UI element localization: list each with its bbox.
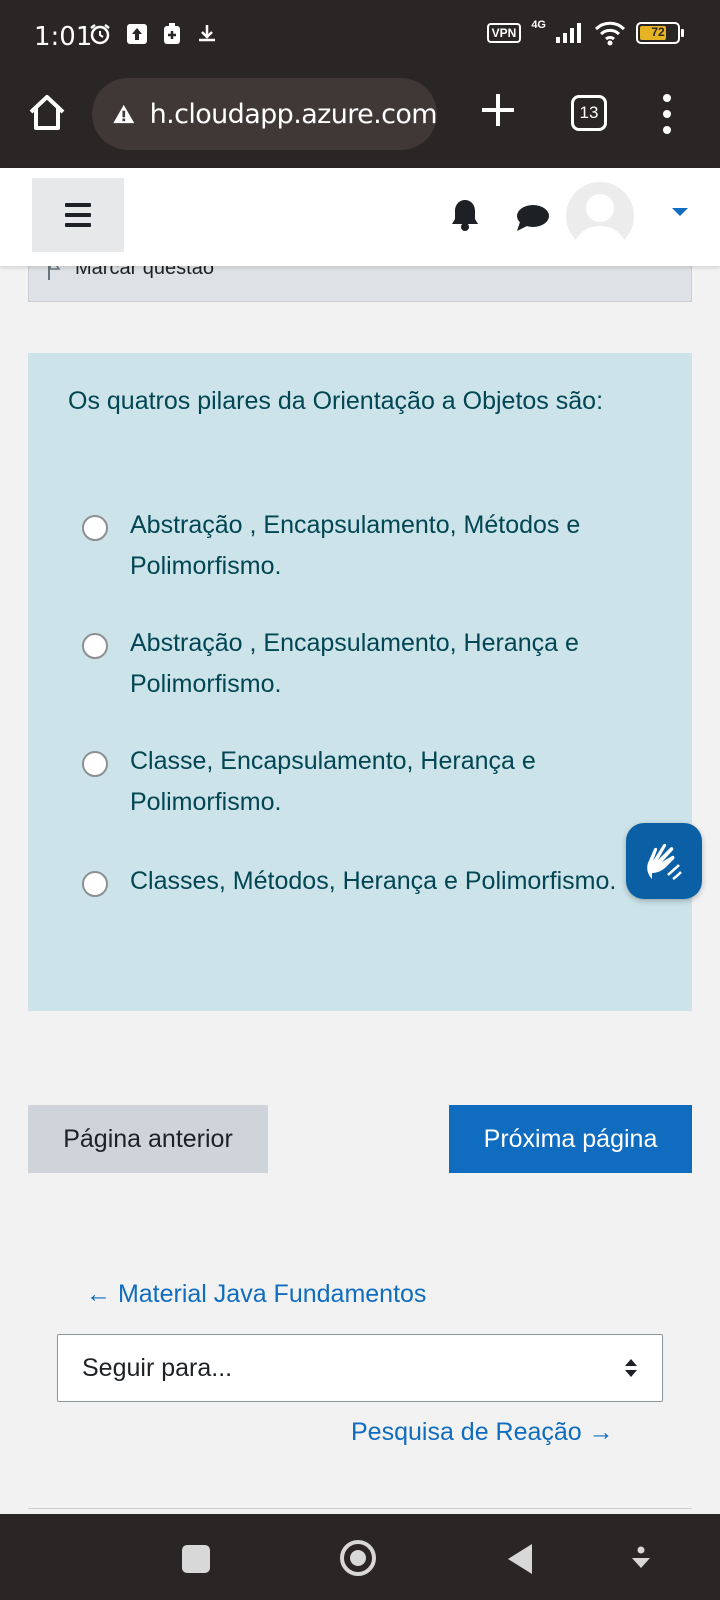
bell-icon[interactable]: [450, 198, 480, 232]
answer-option[interactable]: Classes, Métodos, Herança e Polimorfismo…: [82, 861, 662, 902]
alarm-icon: [90, 24, 110, 45]
home-circle-icon[interactable]: [340, 1540, 376, 1576]
tab-switcher-button[interactable]: 13: [571, 95, 607, 131]
previous-page-button[interactable]: Página anterior: [28, 1105, 268, 1173]
jump-to-select[interactable]: Seguir para...: [57, 1334, 663, 1402]
status-bar: 1:01 VPN 4G 72: [0, 0, 720, 68]
avatar-icon[interactable]: [566, 182, 634, 250]
url-text: h.cloudapp.azure.com: [149, 98, 438, 130]
footer-divider: [28, 1508, 692, 1509]
recents-icon[interactable]: [182, 1545, 210, 1573]
sign-language-accessibility-button[interactable]: [626, 823, 702, 899]
url-bar[interactable]: h.cloudapp.azure.com: [92, 78, 438, 150]
download-icon: [199, 25, 215, 42]
hide-navbar-icon[interactable]: [630, 1546, 652, 1572]
next-activity-link[interactable]: Pesquisa de Reação →: [351, 1418, 614, 1447]
more-vert-icon[interactable]: [652, 94, 682, 134]
answer-label[interactable]: Abstração , Encapsulamento, Métodos e Po…: [130, 505, 662, 587]
warning-icon[interactable]: [112, 98, 136, 130]
answer-radio[interactable]: [82, 633, 108, 659]
chat-icon[interactable]: [516, 204, 550, 232]
network-type: 4G: [531, 19, 546, 31]
answer-option[interactable]: Classe, Encapsulamento, Herança e Polimo…: [82, 741, 662, 823]
select-arrows-icon: [625, 1359, 637, 1377]
answer-label[interactable]: Classe, Encapsulamento, Herança e Polimo…: [130, 741, 662, 823]
answer-label[interactable]: Classes, Métodos, Herança e Polimorfismo…: [130, 861, 616, 902]
plus-icon[interactable]: [478, 90, 518, 130]
answer-radio[interactable]: [82, 751, 108, 777]
answer-radio[interactable]: [82, 515, 108, 541]
system-navigation-bar: [0, 1514, 720, 1600]
upload-icon: [127, 24, 147, 44]
previous-activity-link[interactable]: ← Material Java Fundamentos: [86, 1280, 426, 1309]
browser-toolbar: h.cloudapp.azure.com 13: [0, 68, 720, 168]
wifi-icon: [594, 21, 626, 46]
question-box: Os quatros pilares da Orientação a Objet…: [28, 353, 692, 1011]
answer-radio[interactable]: [82, 871, 108, 897]
question-text: Os quatros pilares da Orientação a Objet…: [68, 387, 604, 415]
menu-icon[interactable]: [32, 178, 124, 252]
battery-indicator: 72: [636, 22, 684, 44]
answer-option[interactable]: Abstração , Encapsulamento, Métodos e Po…: [82, 505, 662, 587]
next-page-button[interactable]: Próxima página: [449, 1105, 692, 1173]
jump-to-value: Seguir para...: [82, 1353, 233, 1382]
caret-down-icon[interactable]: [672, 208, 688, 216]
vpn-badge: VPN: [486, 23, 522, 43]
sign-language-icon: [647, 843, 682, 881]
status-time: 1:01: [34, 22, 93, 52]
answer-label[interactable]: Abstração , Encapsulamento, Herança e Po…: [130, 623, 662, 705]
signal-icon: [556, 23, 581, 43]
site-navbar: [0, 168, 720, 266]
back-icon[interactable]: [508, 1544, 532, 1574]
answer-option[interactable]: Abstração , Encapsulamento, Herança e Po…: [82, 623, 662, 705]
home-icon[interactable]: [26, 92, 68, 134]
battery-saver-icon: [164, 23, 180, 44]
